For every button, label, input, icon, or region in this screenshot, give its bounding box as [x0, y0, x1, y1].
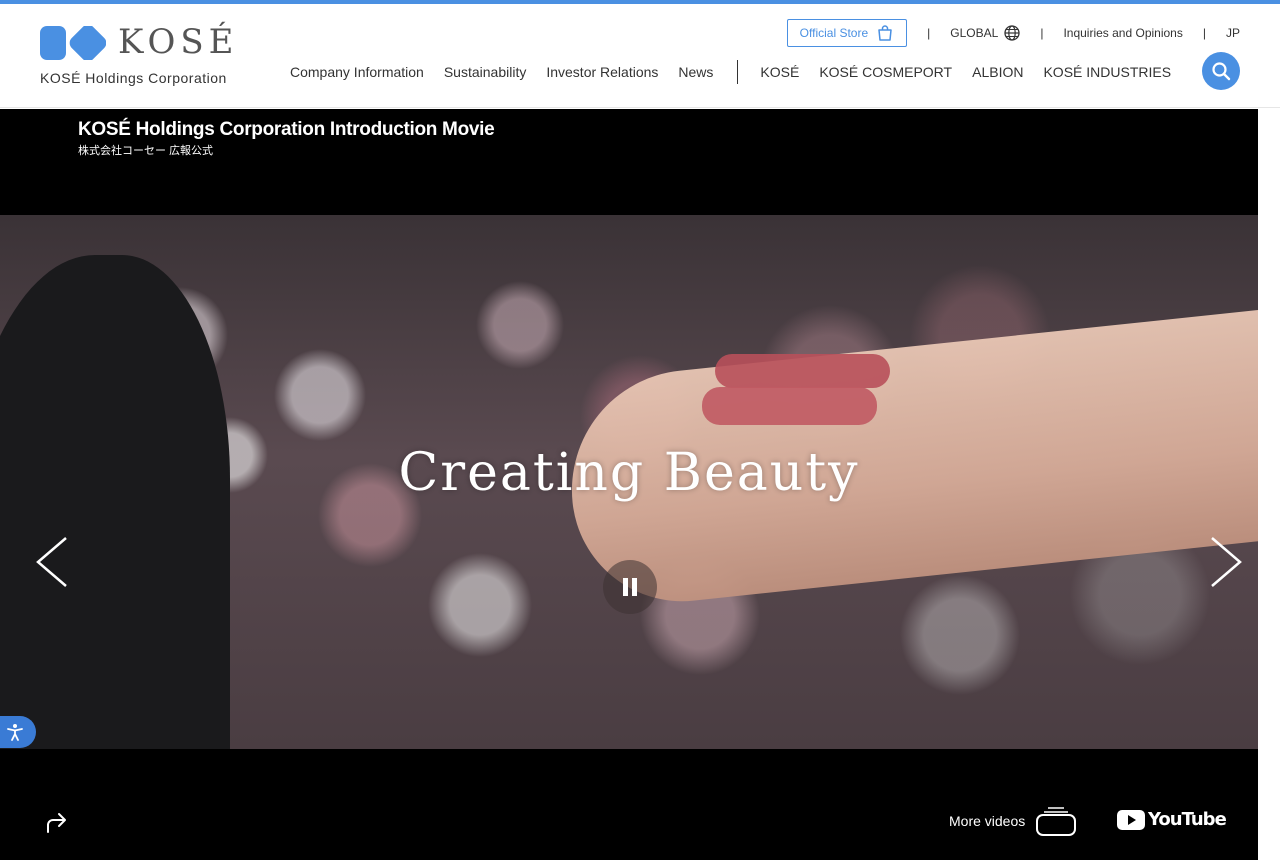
main-navigation: Company Information Sustainability Inves… [290, 60, 1191, 84]
language-jp-link[interactable]: JP [1226, 26, 1240, 40]
global-link[interactable]: GLOBAL [950, 25, 1020, 41]
site-header: KOSÉ KOSÉ Holdings Corporation Official … [0, 4, 1280, 108]
share-icon[interactable] [44, 809, 72, 837]
video-frame[interactable]: Creating Beauty [0, 215, 1258, 749]
video-stack-icon [1036, 807, 1077, 836]
youtube-wordmark: YouTube [1148, 809, 1227, 830]
utility-separator: | [1202, 26, 1206, 40]
shopping-bag-icon [878, 25, 892, 41]
utility-separator: | [927, 26, 931, 40]
more-videos-label: More videos [949, 813, 1026, 829]
accessibility-button[interactable] [0, 716, 36, 748]
search-icon [1212, 62, 1231, 81]
nav-divider [737, 60, 739, 84]
official-store-label: Official Store [799, 26, 869, 40]
logo-wordmark: KOSÉ [118, 22, 239, 62]
logo-subtitle: KOSÉ Holdings Corporation [40, 70, 227, 86]
nav-news[interactable]: News [678, 64, 713, 80]
globe-icon [1004, 25, 1020, 41]
search-button[interactable] [1202, 52, 1240, 90]
nav-company-information[interactable]: Company Information [290, 64, 424, 80]
nav-investor-relations[interactable]: Investor Relations [546, 64, 658, 80]
kose-logo-mark-icon [40, 26, 106, 60]
lipstick-swatch [715, 354, 890, 388]
chevron-left-icon[interactable] [32, 534, 72, 590]
nav-brand-albion[interactable]: ALBION [972, 64, 1023, 80]
more-videos-button[interactable]: More videos [949, 805, 1077, 837]
nav-brand-kose-cosmeport[interactable]: KOSÉ COSMEPORT [819, 64, 952, 80]
video-tagline: Creating Beauty [398, 443, 860, 503]
accessibility-icon [7, 724, 23, 741]
page-scroll-gutter [1258, 109, 1280, 860]
utility-bar: Official Store | GLOBAL | Inquiries and … [786, 18, 1240, 48]
chevron-right-icon[interactable] [1206, 534, 1246, 590]
official-store-button[interactable]: Official Store [786, 19, 908, 47]
pause-button[interactable] [603, 560, 657, 614]
utility-separator: | [1040, 26, 1044, 40]
nav-brand-kose[interactable]: KOSÉ [760, 64, 799, 80]
global-label: GLOBAL [950, 26, 999, 40]
pause-icon [623, 578, 637, 596]
nav-brand-kose-industries[interactable]: KOSÉ INDUSTRIES [1043, 64, 1171, 80]
video-title[interactable]: KOSÉ Holdings Corporation Introduction M… [78, 119, 495, 141]
nav-sustainability[interactable]: Sustainability [444, 64, 527, 80]
youtube-logo[interactable]: YouTube [1117, 809, 1227, 830]
inquiries-link[interactable]: Inquiries and Opinions [1063, 26, 1182, 40]
intro-video-player[interactable]: KOSÉ Holdings Corporation Introduction M… [0, 109, 1258, 860]
site-logo[interactable]: KOSÉ KOSÉ Holdings Corporation [40, 22, 240, 92]
youtube-play-icon [1117, 809, 1145, 830]
lipstick-swatch [702, 387, 877, 425]
video-channel-name[interactable]: 株式会社コーセー 広報公式 [78, 142, 213, 158]
